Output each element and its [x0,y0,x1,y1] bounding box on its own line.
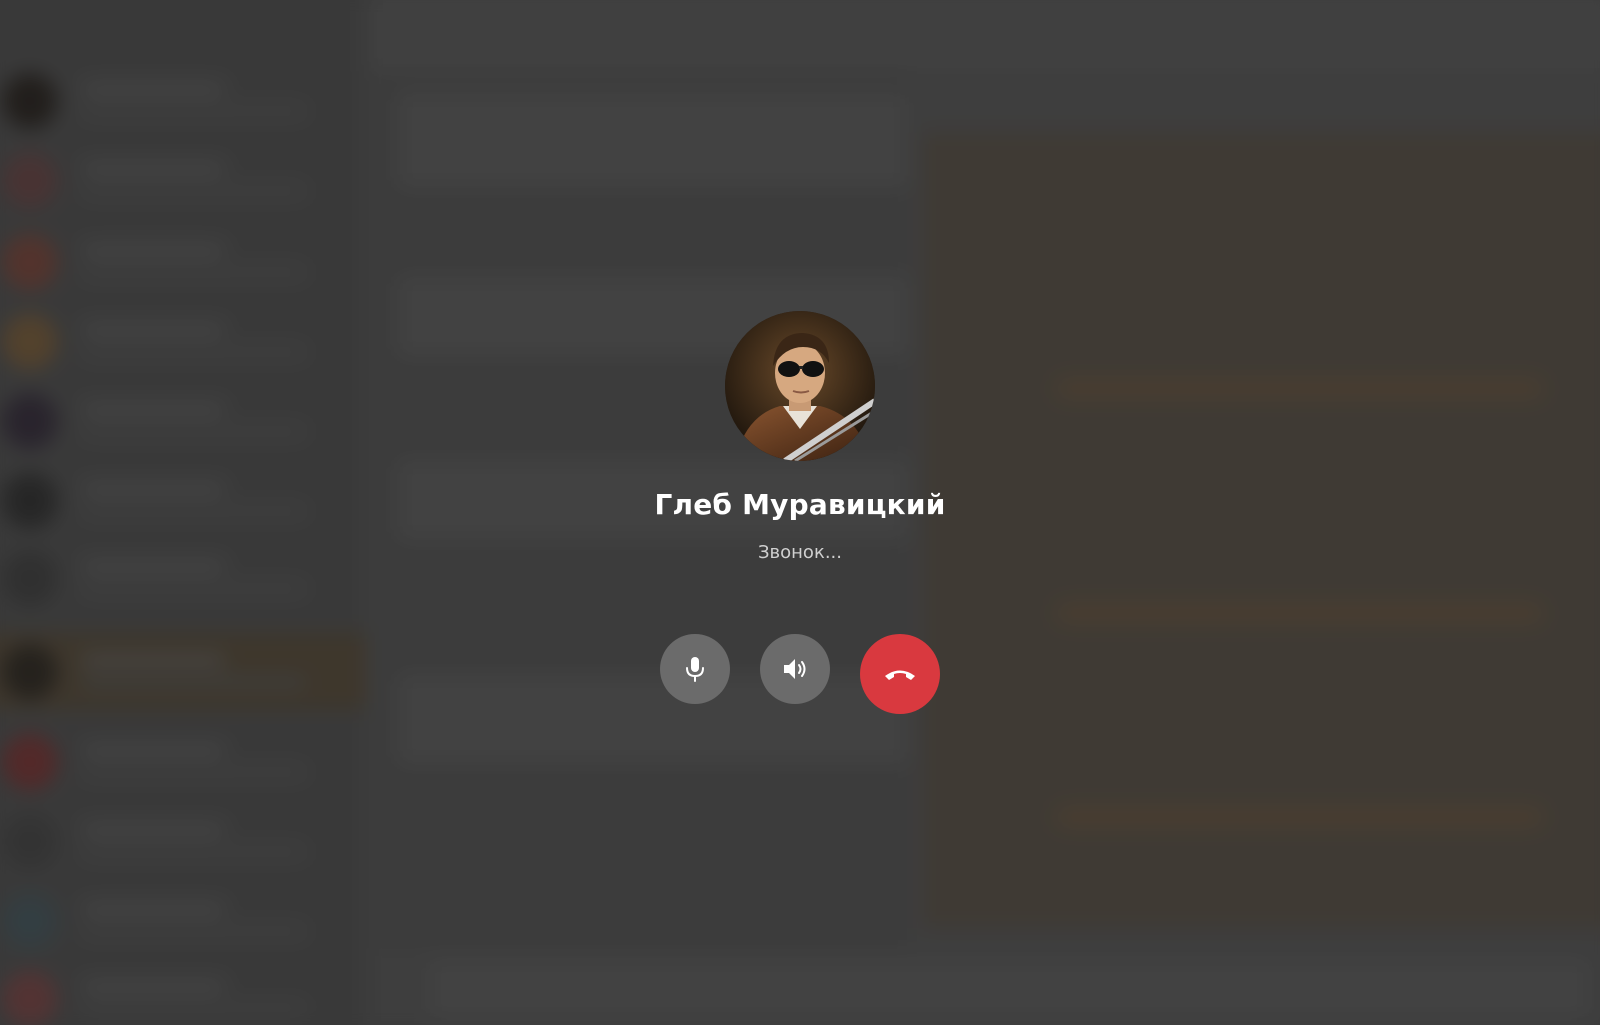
call-overlay: Глеб Муравицкий Звонок... [0,0,1600,1025]
mute-microphone-button[interactable] [660,634,730,704]
end-call-button[interactable] [860,634,940,714]
speaker-icon [781,656,809,682]
caller-avatar [725,311,875,461]
caller-name: Глеб Муравицкий [654,488,946,521]
call-status: Звонок... [758,542,842,563]
call-screen: Глеб Муравицкий Звонок... [0,0,1600,1025]
microphone-icon [683,655,707,683]
speaker-button[interactable] [760,634,830,704]
phone-hangup-icon [883,666,917,682]
